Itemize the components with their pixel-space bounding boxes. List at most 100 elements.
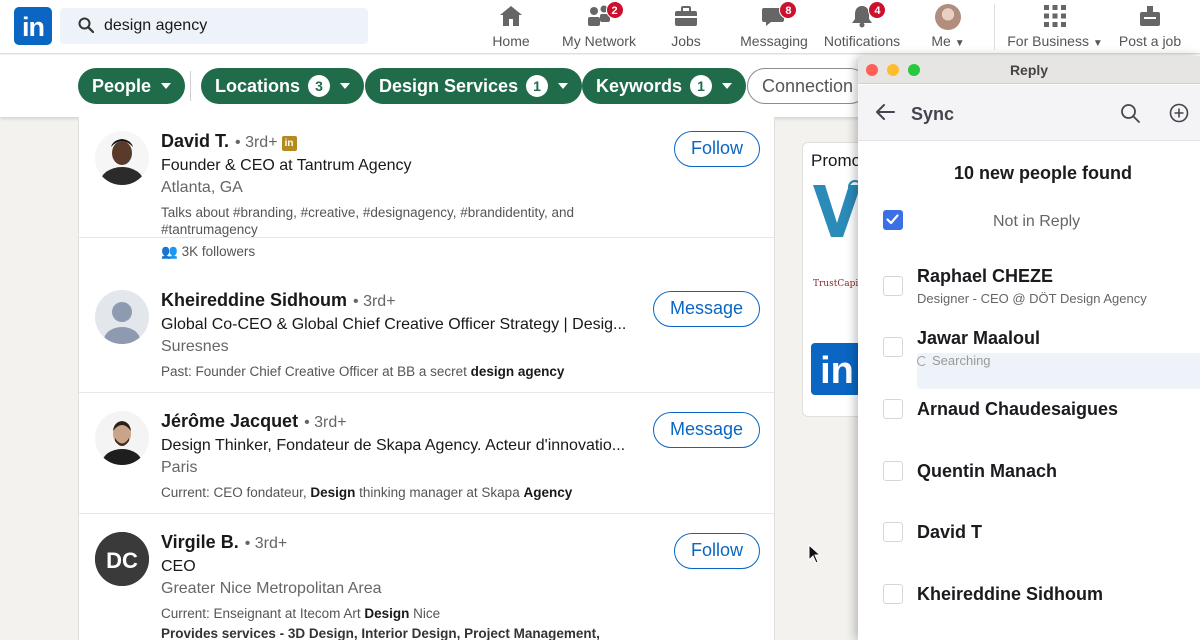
nav-jobs[interactable]: Jobs xyxy=(666,4,706,50)
follow-button[interactable]: Follow xyxy=(673,131,760,167)
filter-people[interactable]: People xyxy=(78,68,186,104)
profile-snippet: Talks about #branding, #creative, #desig… xyxy=(161,205,575,237)
messaging-badge: 8 xyxy=(779,1,798,19)
person-checkbox[interactable] xyxy=(883,584,903,604)
filter-count: 1 xyxy=(526,75,549,97)
filter-count: 3 xyxy=(308,75,331,97)
filter-connections[interactable]: Connection xyxy=(747,68,869,104)
nav-my-network[interactable]: 2 My Network xyxy=(558,1,640,50)
profile-location: Greater Nice Metropolitan Area xyxy=(161,580,382,597)
person-name: Arnaud Chaudesaigues xyxy=(917,399,1119,419)
avatar xyxy=(935,4,961,30)
loading-spinner-icon xyxy=(917,356,927,366)
reply-header: Sync xyxy=(858,85,1200,141)
sync-title: Sync xyxy=(911,104,955,124)
connection-degree: • 3rd+ xyxy=(304,414,347,431)
search-query: design agency xyxy=(104,17,208,34)
follow-button[interactable]: Follow xyxy=(673,533,760,569)
caret-down-icon xyxy=(161,83,172,89)
person-subtitle: Searching xyxy=(932,353,991,368)
filter-keywords[interactable]: Keywords 1 xyxy=(582,68,747,104)
window-titlebar: Reply xyxy=(858,56,1200,84)
search-results-list: David T. • 3rd+ in Founder & CEO at Tantru… xyxy=(78,117,775,640)
window-title: Reply xyxy=(1009,62,1049,78)
nav-messaging[interactable]: 8 Messaging xyxy=(740,1,808,50)
search-icon[interactable] xyxy=(1120,103,1140,123)
search-input[interactable]: design agency xyxy=(60,8,368,44)
not-in-reply-label: Not in Reply xyxy=(993,213,1081,230)
linkedin-logo[interactable]: in xyxy=(14,7,52,45)
caret-down-icon xyxy=(558,83,569,89)
filter-locations[interactable]: Locations 3 xyxy=(201,68,365,104)
messaging-icon: 8 xyxy=(740,1,808,30)
select-all-checkbox[interactable] xyxy=(883,210,903,230)
person-name: David T xyxy=(917,522,983,542)
network-icon: 2 xyxy=(558,1,640,30)
profile-photo[interactable] xyxy=(95,290,149,344)
person-checkbox[interactable] xyxy=(883,522,903,542)
search-icon xyxy=(78,17,94,33)
linkedin-premium-icon: in xyxy=(281,136,297,151)
profile-headline: Design Thinker, Fondateur de Skapa Agenc… xyxy=(161,437,626,454)
profile-location: Suresnes xyxy=(161,338,229,355)
bell-icon: 4 xyxy=(822,1,902,30)
grid-icon xyxy=(1006,4,1104,30)
profile-services: Provides services - 3D Design, Interior … xyxy=(161,626,600,640)
followers-count: 3K followers xyxy=(181,244,256,259)
profile-location: Atlanta, GA xyxy=(161,179,243,196)
nav-home[interactable]: Home xyxy=(488,4,534,50)
add-circle-icon[interactable] xyxy=(1169,103,1189,123)
message-button[interactable]: Message xyxy=(652,291,760,327)
person-name: Quentin Manach xyxy=(917,461,1058,481)
filter-count: 1 xyxy=(690,75,713,97)
person-name: Raphael CHEZE xyxy=(917,266,1054,286)
person-checkbox[interactable] xyxy=(883,337,903,357)
nav-for-business[interactable]: For Business ▼ xyxy=(1006,4,1104,50)
profile-location: Paris xyxy=(161,459,198,476)
chevron-down-icon: ▼ xyxy=(954,38,965,49)
profile-name[interactable]: Virgile B. xyxy=(161,532,239,552)
profile-headline: Global Co-CEO & Global Chief Creative Of… xyxy=(161,316,627,333)
network-badge: 2 xyxy=(605,1,624,19)
filter-design-services[interactable]: Design Services 1 xyxy=(365,68,583,104)
promo-label: Promo xyxy=(811,151,862,170)
briefcase-icon xyxy=(666,4,706,30)
person-checkbox[interactable] xyxy=(883,461,903,481)
profile-name[interactable]: Jérôme Jacquet xyxy=(161,411,298,431)
result-row[interactable]: Jérôme Jacquet • 3rd+ Design Thinker, Fon… xyxy=(79,393,774,514)
profile-headline: CEO xyxy=(161,558,196,575)
top-navigation-bar: in design agency Home 2 My Network Jobs … xyxy=(0,0,1200,54)
profile-photo[interactable] xyxy=(95,131,149,185)
profile-photo[interactable]: DC xyxy=(95,532,149,586)
person-name: Kheireddine Sidhoum xyxy=(917,584,1104,604)
connection-degree: • 3rd+ xyxy=(353,293,396,310)
chevron-down-icon: ▼ xyxy=(1092,38,1103,49)
linkedin-logo: in xyxy=(811,343,863,395)
profile-headline: Founder & CEO at Tantrum Agency xyxy=(161,157,412,174)
message-button[interactable]: Message xyxy=(652,412,760,448)
caret-down-icon xyxy=(722,83,733,89)
check-icon xyxy=(886,214,899,225)
person-checkbox[interactable] xyxy=(883,276,903,296)
profile-snippet: Current: CEO fondateur, Design thinking … xyxy=(161,485,573,500)
nav-me[interactable]: Me ▼ xyxy=(928,4,968,50)
person-name: Jawar Maaloul xyxy=(917,328,1041,348)
result-row[interactable]: Kheireddine Sidhoum • 3rd+ Global Co-CEO … xyxy=(79,272,774,393)
avatar-initials: DC xyxy=(106,548,138,573)
person-checkbox[interactable] xyxy=(883,399,903,419)
caret-down-icon xyxy=(340,83,351,89)
result-row[interactable]: David T. • 3rd+ in Founder & CEO at Tantru… xyxy=(79,117,774,259)
filter-divider xyxy=(190,71,191,101)
connection-degree: • 3rd+ xyxy=(244,535,288,552)
result-row[interactable]: DC Virgile B. • 3rd+ CEO Greater Nice Met… xyxy=(79,514,774,640)
mouse-cursor-icon xyxy=(808,544,822,564)
connection-degree: • 3rd+ xyxy=(235,134,278,151)
profile-name[interactable]: Kheireddine Sidhoum xyxy=(161,290,347,310)
profile-name[interactable]: David T. xyxy=(161,131,229,151)
profile-photo[interactable] xyxy=(95,411,149,465)
nav-notifications[interactable]: 4 Notifications xyxy=(822,1,902,50)
back-arrow-icon[interactable] xyxy=(874,103,896,121)
profile-snippet: Past: Founder Chief Creative Officer at … xyxy=(161,364,565,379)
reply-extension-window: Reply Sync 10 new people found Not in Re… xyxy=(858,56,1200,640)
nav-post-a-job[interactable]: Post a job xyxy=(1116,4,1184,50)
